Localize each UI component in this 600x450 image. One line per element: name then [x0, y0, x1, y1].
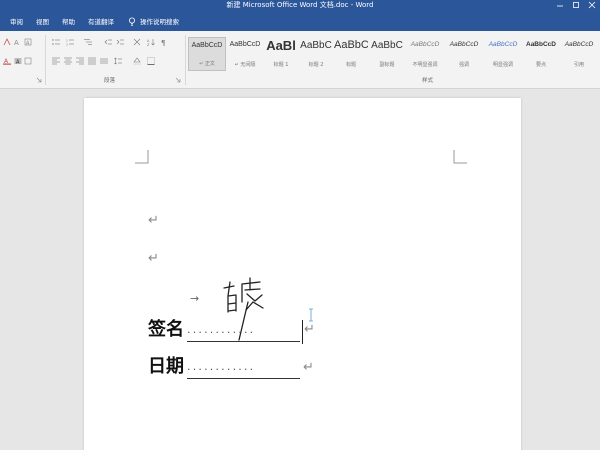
- svg-text:2: 2: [66, 43, 68, 47]
- show-marks-icon[interactable]: ¶: [160, 38, 168, 46]
- style-name: ↵ 正文: [199, 61, 215, 67]
- style-name: 副标题: [379, 62, 395, 68]
- style-name: ↵ 无间隔: [234, 62, 256, 68]
- font-dialog-launcher-icon[interactable]: [36, 77, 42, 83]
- maximize-icon[interactable]: [571, 1, 581, 9]
- line-spacing-icon[interactable]: [114, 57, 122, 65]
- paragraph-dialog-launcher-icon[interactable]: [175, 77, 181, 83]
- dot-leader: ············: [187, 326, 256, 339]
- ribbon-home: A A A A 12 AZ ¶ 段落 AaBbCcD ↵ 正文 AaBbCcD …: [0, 31, 600, 89]
- style-subtitle[interactable]: AaBbC 副标题: [369, 37, 405, 71]
- style-name: 明显强调: [492, 62, 513, 68]
- char-border-icon[interactable]: [24, 57, 32, 65]
- style-sample: AaBbC: [371, 40, 403, 51]
- style-strong[interactable]: AaBbCcD 要点: [523, 37, 559, 71]
- paragraph-mark: ↵: [304, 322, 315, 337]
- tab-view[interactable]: 视图: [36, 17, 49, 27]
- document-canvas: ↵ ↵ → 签名 ············ ↵ 日期 ············ …: [0, 89, 600, 450]
- style-sample: AaBbC: [334, 39, 368, 51]
- document-page[interactable]: ↵ ↵ → 签名 ············ ↵ 日期 ············ …: [84, 98, 521, 450]
- style-sample: AaBbCcD: [449, 41, 479, 48]
- enclosed-char-icon[interactable]: A: [24, 38, 32, 46]
- paragraph-mark: ↵: [303, 360, 314, 375]
- style-quote[interactable]: AaBbCcD 引用: [560, 37, 598, 71]
- tab-help[interactable]: 帮助: [62, 17, 75, 27]
- svg-text:A: A: [16, 59, 20, 65]
- style-sample: AaBbCcD: [410, 41, 440, 48]
- style-sample: AaBbCcD: [229, 41, 261, 48]
- style-heading-1[interactable]: AaBl 标题 1: [264, 37, 298, 71]
- window-title: 新建 Microsoft Office Word 文档.doc - Word: [226, 1, 374, 9]
- date-underline: [187, 378, 300, 379]
- style-normal[interactable]: AaBbCcD ↵ 正文: [188, 37, 226, 71]
- text-highlight-icon[interactable]: [3, 38, 11, 46]
- tab-youdao-translate[interactable]: 有道翻译: [88, 17, 114, 27]
- style-sample: AaBbCcD: [564, 41, 594, 48]
- date-label: 日期: [148, 356, 184, 377]
- style-name: 不明显强调: [412, 62, 438, 68]
- asian-layout-icon[interactable]: [133, 38, 141, 46]
- text-cursor: [302, 320, 303, 344]
- style-intense-emphasis[interactable]: AaBbCcD 明显强调: [484, 37, 522, 71]
- ribbon-tab-bar: 审阅 视图 帮助 有道翻译 操作说明搜索: [0, 13, 600, 31]
- increase-indent-icon[interactable]: [116, 38, 124, 46]
- align-left-icon[interactable]: [52, 57, 60, 65]
- borders-icon[interactable]: [147, 57, 155, 65]
- ribbon-separator: [185, 35, 186, 85]
- style-name: 要点: [535, 62, 546, 68]
- multilevel-list-icon[interactable]: [84, 38, 92, 46]
- justify-icon[interactable]: [88, 57, 96, 65]
- svg-text:Z: Z: [147, 43, 150, 46]
- svg-text:A: A: [14, 39, 19, 46]
- char-shading-icon[interactable]: A: [14, 57, 22, 65]
- font-color-icon[interactable]: A: [3, 57, 11, 65]
- style-no-spacing[interactable]: AaBbCcD ↵ 无间隔: [227, 37, 263, 71]
- crop-mark-top-right: [453, 150, 467, 164]
- ribbon-separator: [45, 35, 46, 85]
- numbering-icon[interactable]: 12: [66, 38, 74, 46]
- svg-text:¶: ¶: [161, 39, 165, 46]
- paragraph-mark: ↵: [148, 213, 159, 228]
- style-sample: AaBl: [266, 38, 296, 53]
- close-icon[interactable]: [587, 1, 597, 9]
- paragraph-mark: ↵: [148, 251, 159, 266]
- minimize-icon[interactable]: [555, 1, 565, 9]
- crop-mark-top-left: [135, 150, 149, 164]
- lightbulb-icon[interactable]: [128, 17, 136, 27]
- clear-format-icon[interactable]: A: [14, 38, 22, 46]
- svg-text:A: A: [26, 40, 30, 46]
- align-right-icon[interactable]: [76, 57, 84, 65]
- style-sample: AaBbCcD: [526, 41, 556, 48]
- style-sample: AaBbCcD: [488, 41, 518, 48]
- style-emphasis[interactable]: AaBbCcD 强调: [445, 37, 483, 71]
- tab-review[interactable]: 审阅: [10, 17, 23, 27]
- paragraph-group-label: 段落: [104, 78, 116, 84]
- style-title[interactable]: AaBbC 标题: [334, 37, 368, 71]
- tell-me-search[interactable]: 操作说明搜索: [140, 17, 179, 27]
- bullets-icon[interactable]: [52, 38, 60, 46]
- sort-icon[interactable]: AZ: [147, 38, 155, 46]
- ibeam-cursor-icon: [309, 308, 313, 322]
- title-bar: 新建 Microsoft Office Word 文档.doc - Word: [0, 0, 600, 13]
- style-subtle-emphasis[interactable]: AaBbCcD 不明显强调: [406, 37, 444, 71]
- distributed-icon[interactable]: [100, 57, 108, 65]
- styles-group-label: 样式: [422, 78, 434, 84]
- tab-character-mark: →: [190, 292, 200, 305]
- align-center-icon[interactable]: [64, 57, 72, 65]
- style-heading-2[interactable]: AaBbC 标题 2: [299, 37, 333, 71]
- signature-underline: [187, 341, 300, 342]
- style-name: 标题 2: [308, 62, 324, 68]
- style-name: 标题 1: [273, 62, 289, 68]
- style-sample: AaBbC: [300, 40, 332, 51]
- dot-leader: ············: [187, 363, 256, 376]
- style-name: 强调: [458, 62, 469, 68]
- decrease-indent-icon[interactable]: [104, 38, 112, 46]
- signature-label: 签名: [148, 319, 184, 340]
- style-name: 引用: [573, 62, 584, 68]
- style-name: 标题: [345, 62, 356, 68]
- style-sample: AaBbCcD: [191, 42, 223, 49]
- shading-icon[interactable]: [133, 57, 141, 65]
